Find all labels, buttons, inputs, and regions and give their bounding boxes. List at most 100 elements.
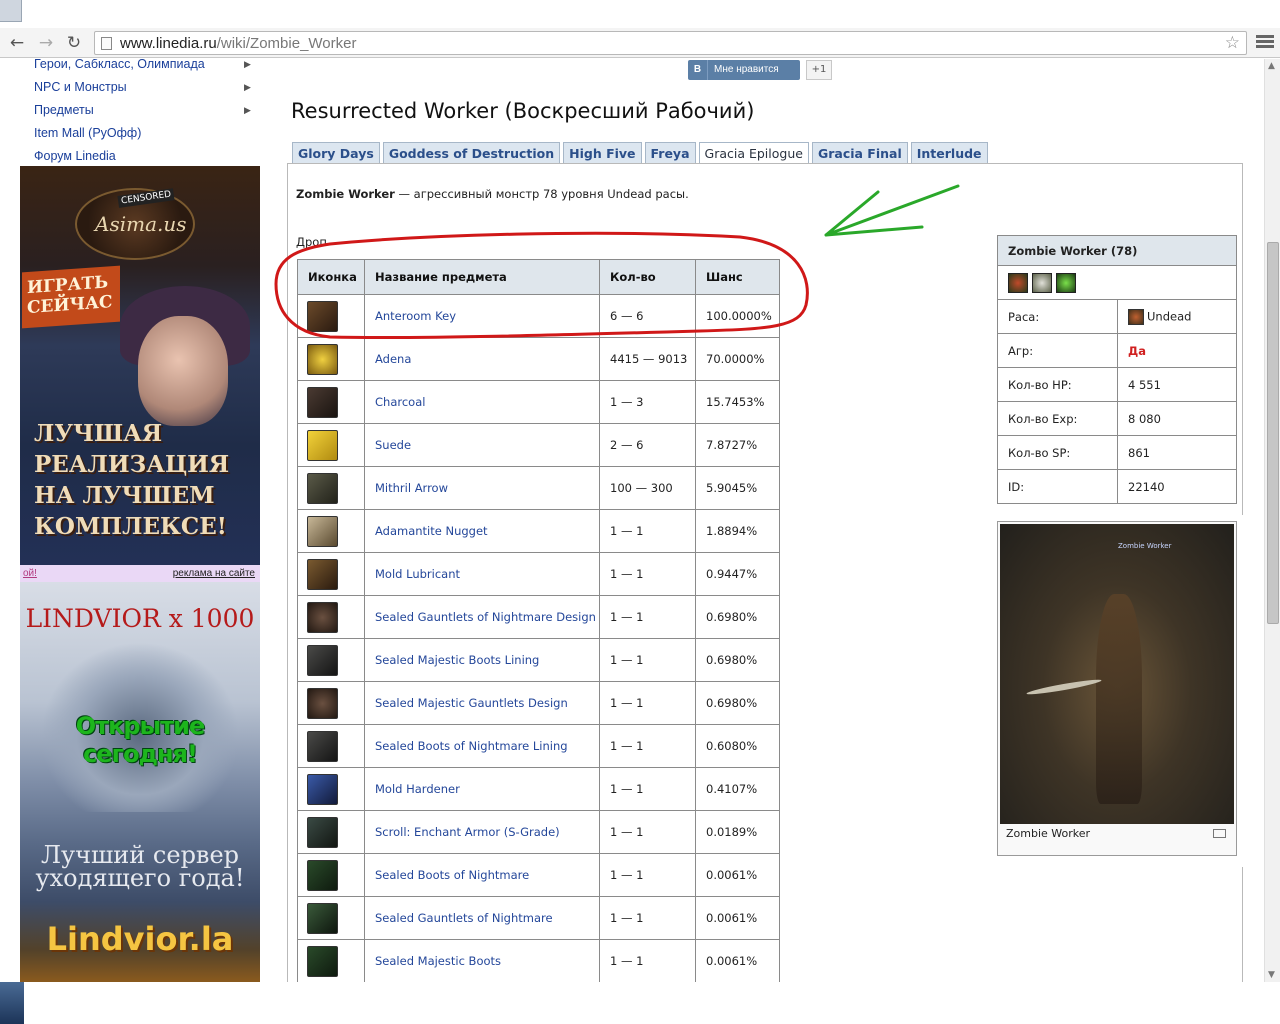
boots-icon[interactable] bbox=[307, 945, 338, 977]
enlarge-icon[interactable] bbox=[1213, 829, 1226, 838]
sidebar-item-npc[interactable]: NPC и Монстры ▶ bbox=[34, 76, 259, 99]
skill-icon[interactable] bbox=[1056, 272, 1076, 293]
arrow-right-icon: → bbox=[38, 33, 54, 53]
drop-table-header: Иконка Название предмета Кол-во Шанс bbox=[297, 259, 780, 295]
item-name-link[interactable]: Sealed Majestic Boots bbox=[364, 939, 600, 982]
key-icon[interactable] bbox=[307, 300, 338, 332]
suede-icon[interactable] bbox=[307, 429, 338, 461]
charcoal-icon[interactable] bbox=[307, 386, 338, 418]
infobox-value: Undead bbox=[1117, 299, 1237, 334]
browser-menu-icon[interactable] bbox=[1256, 33, 1274, 51]
lining-icon[interactable] bbox=[307, 644, 338, 676]
item-name-link[interactable]: Anteroom Key bbox=[364, 294, 600, 338]
item-quantity: 1 — 1 bbox=[599, 552, 696, 596]
item-chance: 0.6980% bbox=[695, 638, 780, 682]
skill-icon[interactable] bbox=[1032, 272, 1052, 293]
item-icon-cell bbox=[297, 509, 365, 553]
zombie-figure bbox=[1096, 594, 1142, 804]
sidebar-item-items[interactable]: Предметы ▶ bbox=[34, 99, 259, 122]
ad-links-bar: ой! реклама на сайте bbox=[20, 565, 260, 582]
scroll-icon[interactable] bbox=[307, 816, 338, 848]
scroll-up-icon[interactable]: ▲ bbox=[1268, 61, 1275, 71]
tab-gracia-final[interactable]: Gracia Final bbox=[811, 142, 908, 164]
chevron-right-icon: ▶ bbox=[244, 105, 251, 115]
arrow-bundle-icon[interactable] bbox=[307, 472, 338, 504]
item-quantity: 1 — 1 bbox=[599, 595, 696, 639]
item-icon-cell bbox=[297, 552, 365, 596]
scrollbar-thumb[interactable] bbox=[1267, 242, 1279, 624]
item-quantity: 6 — 6 bbox=[599, 294, 696, 338]
item-name-link[interactable]: Sealed Majestic Boots Lining bbox=[364, 638, 600, 682]
window-top-strip bbox=[0, 0, 1280, 28]
back-button[interactable]: ← bbox=[6, 32, 28, 54]
nugget-icon[interactable] bbox=[307, 515, 338, 547]
sidebar-item-heroes[interactable]: Герои, Сабкласс, Олимпиада ▶ bbox=[34, 59, 259, 76]
item-name-link[interactable]: Sealed Majestic Gauntlets Design bbox=[364, 681, 600, 725]
sidebar-item-label: Герои, Сабкласс, Олимпиада bbox=[34, 59, 205, 71]
start-button[interactable] bbox=[0, 982, 24, 1024]
item-icon-cell bbox=[297, 724, 365, 768]
item-name-link[interactable]: Mold Hardener bbox=[364, 767, 600, 811]
vertical-scrollbar[interactable]: ▲ ▼ bbox=[1264, 59, 1280, 982]
boots-icon[interactable] bbox=[307, 859, 338, 891]
item-icon-cell bbox=[297, 896, 365, 940]
chevron-right-icon: ▶ bbox=[244, 82, 251, 92]
monster-name: Zombie Worker bbox=[296, 187, 395, 201]
table-row: Adena 4415 — 9013 70.0000% bbox=[297, 337, 780, 381]
sidebar-item-item-mall[interactable]: Item Mall (РуОфф) bbox=[34, 122, 259, 145]
sack-icon[interactable] bbox=[307, 601, 338, 633]
adena-icon[interactable] bbox=[307, 343, 338, 375]
tab-high-five[interactable]: High Five bbox=[563, 142, 642, 164]
plus-one-button[interactable]: +1 bbox=[806, 60, 832, 80]
sidebar-item-label: NPC и Монстры bbox=[34, 80, 127, 94]
table-row: Sealed Majestic Gauntlets Design 1 — 1 0.6… bbox=[297, 681, 780, 725]
banner-title: LINDVIOR x 1000 bbox=[25, 604, 255, 633]
forward-button[interactable]: → bbox=[35, 32, 57, 54]
reload-button[interactable]: ↻ bbox=[63, 32, 85, 54]
item-chance: 0.0061% bbox=[695, 939, 780, 982]
ad-link-oops[interactable]: ой! bbox=[23, 565, 37, 582]
monster-screenshot[interactable]: Zombie Worker bbox=[1000, 524, 1234, 824]
lubricant-icon[interactable] bbox=[307, 558, 338, 590]
sack-icon[interactable] bbox=[307, 687, 338, 719]
item-name-link[interactable]: Sealed Boots of Nightmare bbox=[364, 853, 600, 897]
ad-link-advertise[interactable]: реклама на сайте bbox=[173, 565, 255, 582]
item-icon-cell bbox=[297, 939, 365, 982]
tab-gracia-epilogue[interactable]: Gracia Epilogue bbox=[698, 142, 809, 165]
item-name-link[interactable]: Sealed Gauntlets of Nightmare bbox=[364, 896, 600, 940]
character-face bbox=[138, 316, 228, 426]
tab-glory-days[interactable]: Glory Days bbox=[292, 142, 380, 164]
item-icon-cell bbox=[297, 337, 365, 381]
play-now-flag[interactable]: ИГРАТЬ СЕЙЧАС bbox=[22, 265, 120, 329]
item-name-link[interactable]: Sealed Boots of Nightmare Lining bbox=[364, 724, 600, 768]
skill-icon[interactable] bbox=[1008, 272, 1028, 293]
lining-icon[interactable] bbox=[307, 730, 338, 762]
item-name-link[interactable]: Suede bbox=[364, 423, 600, 467]
item-name-link[interactable]: Charcoal bbox=[364, 380, 600, 424]
ad-banner-asima[interactable]: Asima.us CENSORED ИГРАТЬ СЕЙЧАС ЛУЧШАЯ Р… bbox=[20, 166, 260, 565]
item-chance: 0.6980% bbox=[695, 595, 780, 639]
item-name-link[interactable]: Mithril Arrow bbox=[364, 466, 600, 510]
thumbnail-caption: Zombie Worker bbox=[1006, 827, 1091, 840]
item-quantity: 2 — 6 bbox=[599, 423, 696, 467]
item-name-link[interactable]: Sealed Gauntlets of Nightmare Design bbox=[364, 595, 600, 639]
scroll-down-icon[interactable]: ▼ bbox=[1268, 970, 1275, 980]
monster-thumbnail[interactable]: Zombie Worker Zombie Worker bbox=[997, 521, 1237, 856]
bookmark-star-icon[interactable]: ☆ bbox=[1225, 33, 1240, 53]
item-name-link[interactable]: Adena bbox=[364, 337, 600, 381]
ad-banner-lindvior[interactable]: LINDVIOR x 1000 Открытие сегодня! Лучший… bbox=[20, 582, 260, 982]
vk-icon: В bbox=[688, 60, 708, 80]
tab-goddess-of-destruction[interactable]: Goddess of Destruction bbox=[382, 142, 561, 164]
address-bar[interactable]: www.linedia.ru/wiki/Zombie_Worker ☆ bbox=[94, 31, 1247, 55]
sidebar-item-forum[interactable]: Форум Linedia bbox=[34, 145, 259, 168]
tab-freya[interactable]: Freya bbox=[644, 142, 696, 164]
item-quantity: 1 — 1 bbox=[599, 681, 696, 725]
item-name-link[interactable]: Adamantite Nugget bbox=[364, 509, 600, 553]
col-header-name: Название предмета bbox=[364, 259, 600, 295]
item-name-link[interactable]: Scroll: Enchant Armor (S-Grade) bbox=[364, 810, 600, 854]
gauntlets-icon[interactable] bbox=[307, 902, 338, 934]
tab-interlude[interactable]: Interlude bbox=[910, 142, 988, 164]
vk-like-button[interactable]: В Мне нравится bbox=[688, 60, 800, 80]
item-name-link[interactable]: Mold Lubricant bbox=[364, 552, 600, 596]
hardener-icon[interactable] bbox=[307, 773, 338, 805]
